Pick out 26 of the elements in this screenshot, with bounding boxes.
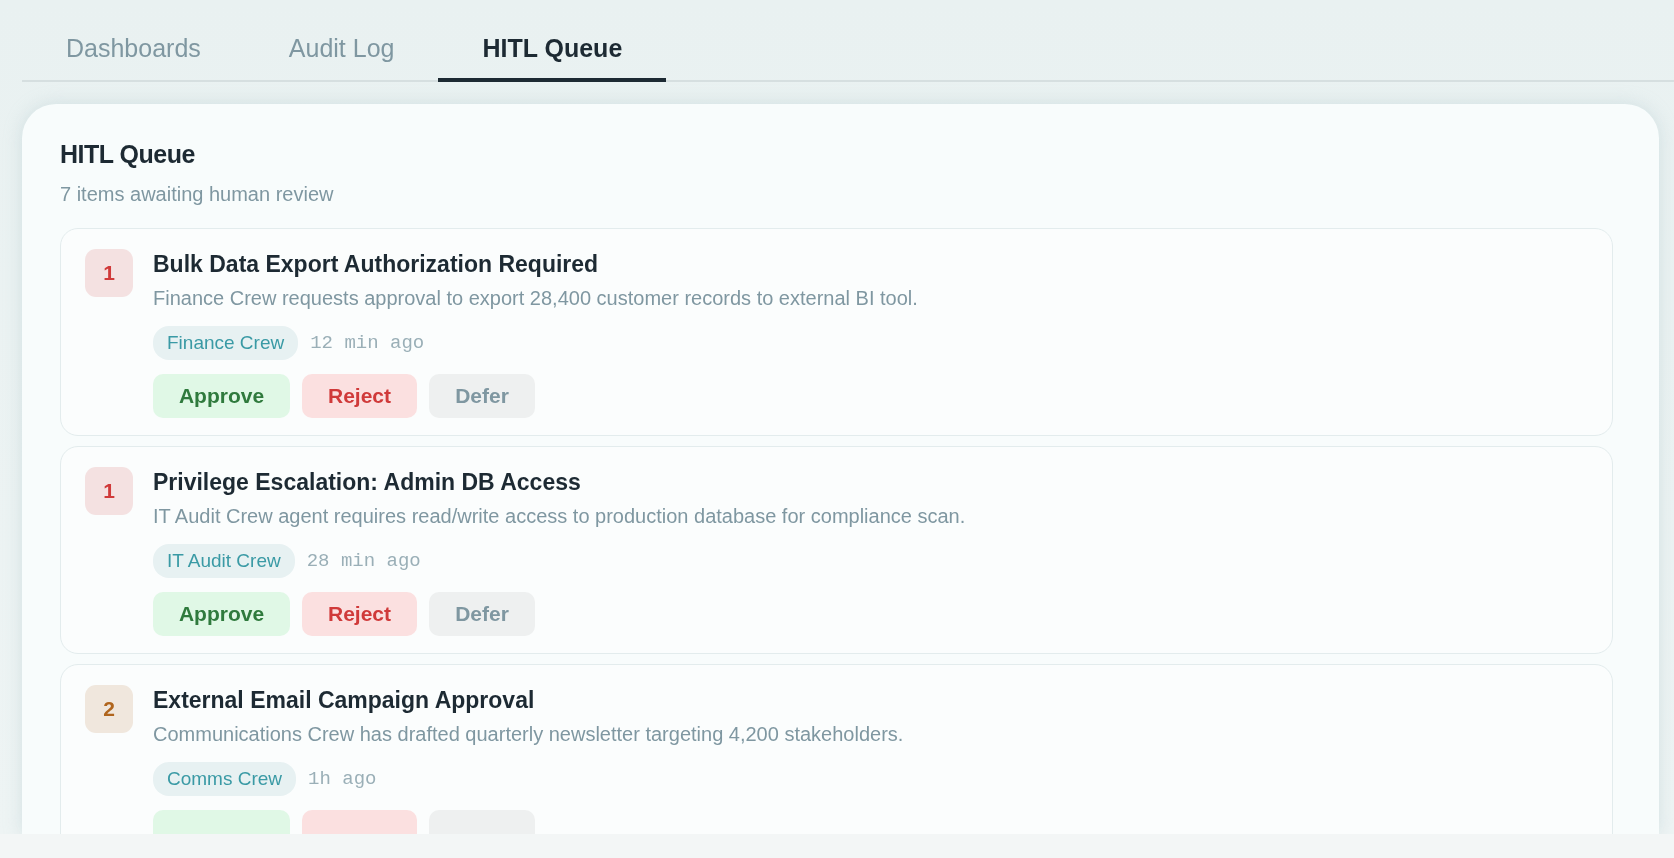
item-description: Communications Crew has drafted quarterly newsletter targeting 4,200 stakeholders. [153, 723, 904, 746]
priority-badge: 1 [85, 467, 133, 515]
panel-title: HITL Queue [60, 140, 196, 169]
time-ago: 1h ago [308, 768, 377, 790]
priority-badge: 1 [85, 249, 133, 297]
item-description: Finance Crew requests approval to export 28,400 customer records to external BI tool. [153, 287, 918, 310]
crew-tag: Comms Crew [153, 762, 297, 796]
approve-button[interactable]: Approve [153, 592, 290, 636]
item-title: External Email Campaign Approval [153, 687, 536, 714]
item-description: IT Audit Crew agent requires read/write access to production database for compliance scan. [153, 505, 966, 528]
crew-tag: Finance Crew [153, 326, 299, 360]
item-title: Privilege Escalation: Admin DB Access [153, 469, 582, 496]
defer-button[interactable]: Defer [429, 374, 535, 418]
tab[interactable]: HITL Queue [438, 0, 667, 82]
approve-button[interactable]: Approve [153, 374, 290, 418]
defer-button[interactable]: Defer [429, 592, 535, 636]
reject-button[interactable]: Reject [302, 374, 417, 418]
priority-badge: 2 [85, 685, 133, 733]
panel-subtitle: 7 items awaiting human review [60, 183, 335, 206]
time-ago: 12 min ago [310, 332, 425, 354]
tab[interactable]: Audit Log [244, 0, 439, 82]
reject-button[interactable]: Reject [302, 592, 417, 636]
item-title: Bulk Data Export Authorization Required [153, 251, 600, 278]
time-ago: 28 min ago [306, 550, 421, 572]
tab[interactable]: Dashboards [22, 0, 245, 82]
crew-tag: IT Audit Crew [153, 544, 295, 578]
